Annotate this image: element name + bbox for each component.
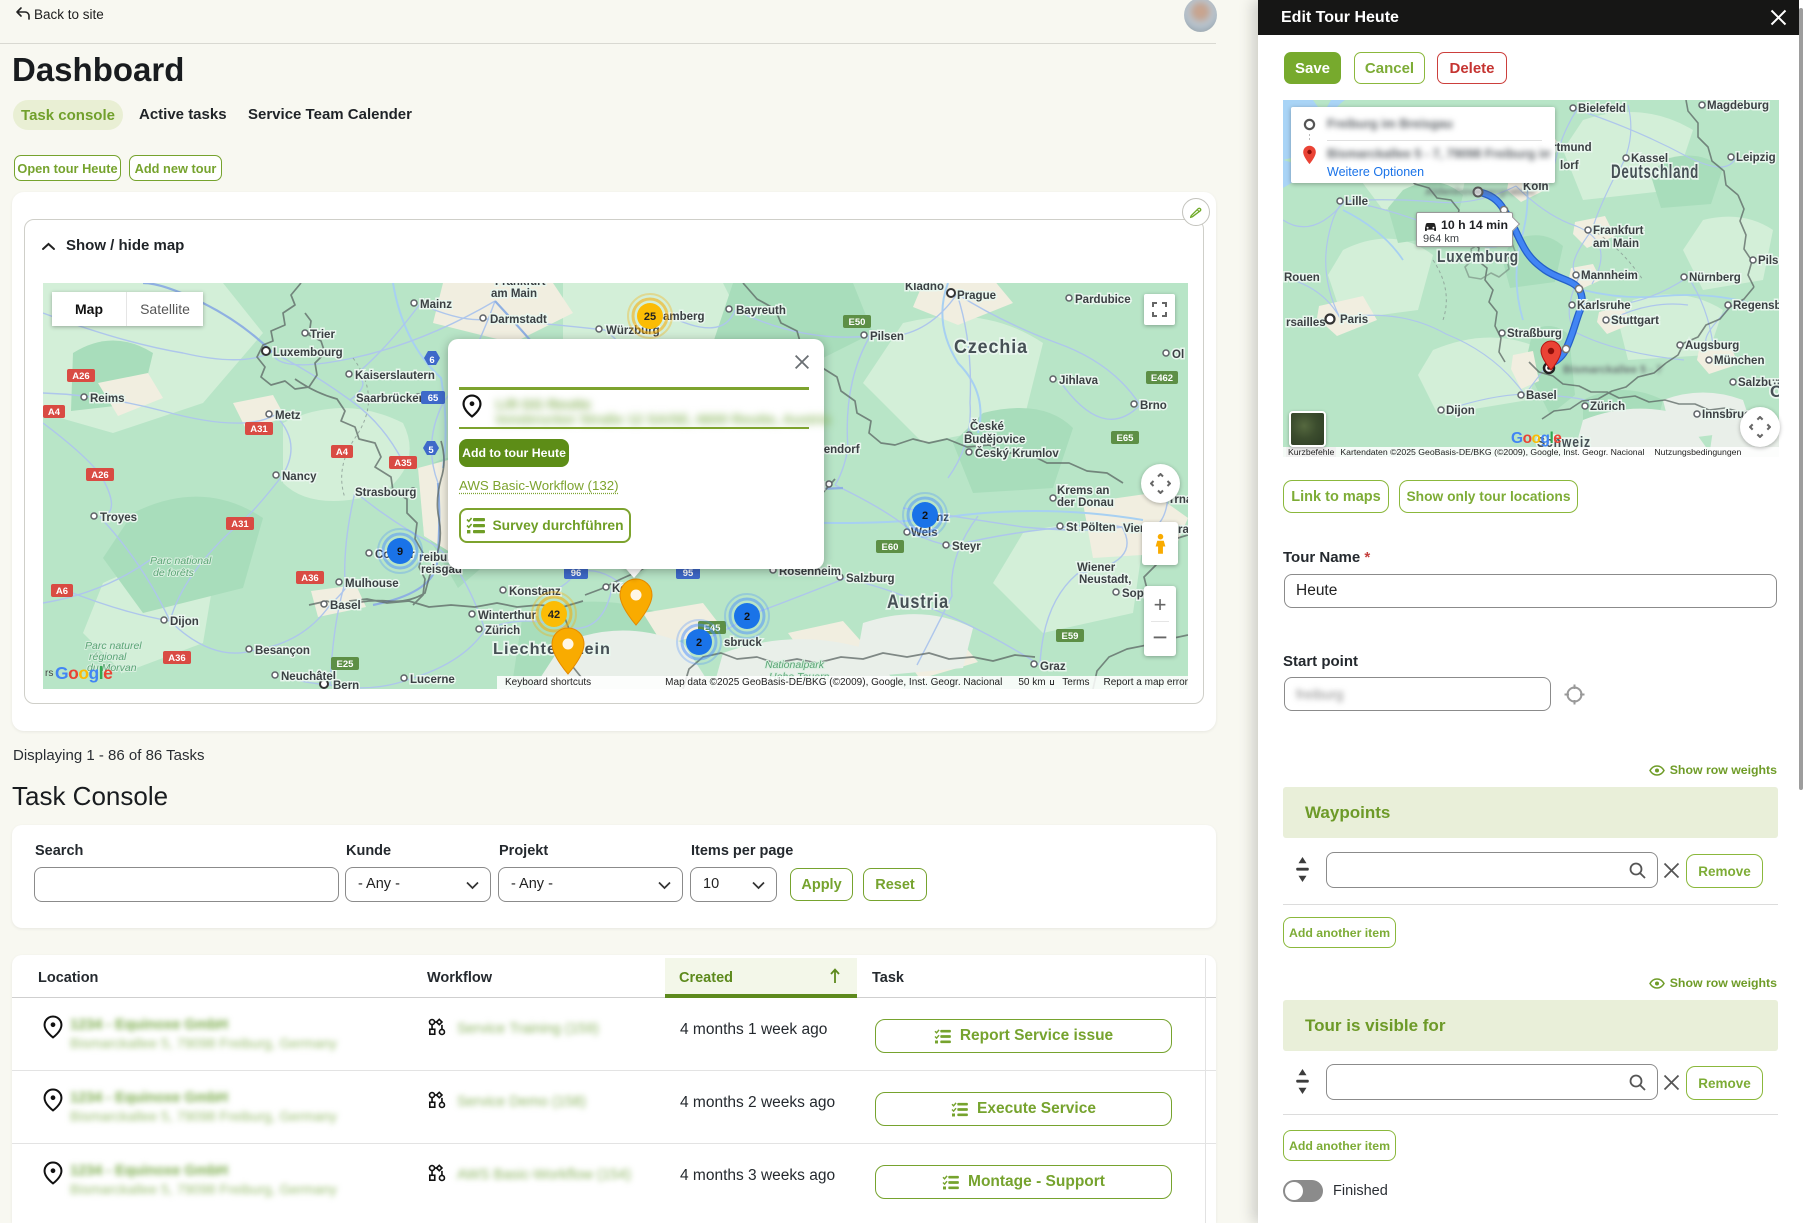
svg-text:Aldenhovenergraben: Aldenhovenergraben	[1425, 186, 1535, 198]
svg-text:Regensburg: Regensburg	[1733, 300, 1779, 312]
svg-text:Pilsen: Pilsen	[1758, 255, 1779, 267]
svg-text:rtmund: rtmund	[1552, 142, 1592, 154]
svg-text:München: München	[1714, 355, 1764, 367]
svg-text:Karlsruhe: Karlsruhe	[1577, 300, 1631, 312]
svg-text:rsailles: rsailles	[1286, 317, 1326, 329]
svg-text:Stuttgart: Stuttgart	[1611, 315, 1659, 327]
svg-text:Deutschland: Deutschland	[1611, 162, 1699, 183]
svg-text:Basel: Basel	[1526, 390, 1557, 402]
svg-text:lorf: lorf	[1560, 160, 1579, 172]
svg-text:Zürich: Zürich	[1590, 401, 1625, 413]
svg-text:Dijon: Dijon	[1446, 405, 1475, 417]
svg-text:Paris: Paris	[1340, 314, 1368, 326]
svg-text:Bismarckallee 5 - 7: Bismarckallee 5 - 7	[1563, 364, 1662, 376]
svg-text:Augsburg: Augsburg	[1685, 340, 1739, 352]
svg-text:Leipzig: Leipzig	[1736, 152, 1776, 164]
svg-text:Nürnberg: Nürnberg	[1689, 272, 1741, 284]
svg-text:Straßburg: Straßburg	[1507, 328, 1562, 340]
svg-text:Ö: Ö	[1770, 382, 1779, 401]
svg-text:Bielefeld: Bielefeld	[1578, 103, 1626, 115]
svg-text:Lille: Lille	[1345, 196, 1368, 208]
svg-text:Frankfurt: Frankfurt	[1593, 225, 1644, 237]
svg-text:Magdeburg: Magdeburg	[1707, 100, 1769, 112]
svg-text:Luxemburg: Luxemburg	[1437, 247, 1519, 266]
svg-text:Rouen: Rouen	[1284, 272, 1320, 284]
svg-text:Mannheim: Mannheim	[1581, 270, 1638, 282]
svg-text:am Main: am Main	[1593, 238, 1639, 250]
